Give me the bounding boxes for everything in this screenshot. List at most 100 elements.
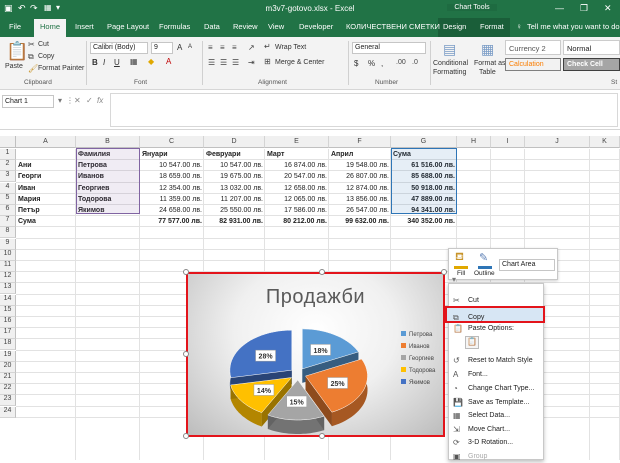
row-header[interactable]: 12 — [0, 272, 16, 284]
row-header[interactable]: 22 — [0, 384, 16, 396]
legend-entry[interactable]: Иванов — [409, 344, 430, 350]
column-header[interactable]: K — [590, 136, 620, 148]
value-cell[interactable]: 12 354.00 лв. — [140, 183, 204, 194]
resize-handle-n[interactable] — [319, 269, 325, 275]
total-cell[interactable]: 340 352.00 лв. — [391, 216, 457, 227]
format-painter-button[interactable]: Format Painter — [38, 65, 84, 72]
currency-button[interactable]: $ — [354, 59, 358, 68]
column-header[interactable]: C — [140, 136, 204, 148]
row-header[interactable]: 15 — [0, 305, 16, 317]
resize-handle-sw[interactable] — [183, 433, 189, 439]
value-cell[interactable]: 10 547.00 лв. — [204, 160, 265, 171]
tab-format[interactable]: Format — [480, 22, 504, 31]
resize-handle-w[interactable] — [183, 351, 189, 357]
row-header[interactable]: 9 — [0, 238, 16, 250]
header-cell[interactable]: Февруари — [204, 149, 265, 160]
tab-home[interactable]: Home — [34, 19, 67, 37]
data-label[interactable]: 28% — [255, 349, 276, 362]
value-cell[interactable]: 26 807.00 лв. — [329, 171, 391, 182]
tab-page-layout[interactable]: Page Layout — [107, 22, 149, 31]
cut-button[interactable]: Cut — [38, 41, 49, 48]
data-label[interactable]: 18% — [310, 344, 331, 356]
menu-item-reset-to-match-style[interactable]: ↺ Reset to Match Style — [449, 354, 543, 367]
value-cell[interactable]: 19 548.00 лв. — [329, 160, 391, 171]
style-currency2[interactable]: Currency 2 — [505, 40, 561, 55]
total-cell[interactable]: 82 931.00 лв. — [204, 216, 265, 227]
tab-file[interactable]: File — [9, 22, 21, 31]
value-cell[interactable]: 11 207.00 лв. — [204, 194, 265, 205]
conditional-formatting-button-line2[interactable]: Formatting — [433, 69, 466, 76]
fill-bucket-icon[interactable]: ⛾ — [455, 251, 464, 265]
font-size-combo[interactable]: 9 — [151, 42, 173, 54]
wrap-text-button[interactable]: Wrap Text — [275, 44, 306, 51]
formula-input[interactable] — [110, 93, 618, 127]
column-header[interactable]: D — [204, 136, 265, 148]
row-header[interactable]: 5 — [0, 193, 16, 205]
copy-icon[interactable]: ⧉ — [28, 52, 34, 62]
tab-kolichestveni-smetki[interactable]: КОЛИЧЕСТВЕНИ СМЕТКИ — [346, 22, 440, 31]
tab-formulas[interactable]: Formulas — [159, 22, 190, 31]
value-cell[interactable]: 12 874.00 лв. — [329, 183, 391, 194]
name-cell[interactable]: Иван — [16, 183, 76, 194]
column-header[interactable]: A — [16, 136, 76, 148]
tab-developer[interactable]: Developer — [299, 22, 333, 31]
cancel-entry-button[interactable]: ✕ — [74, 96, 81, 105]
align-bottom-icon[interactable]: ≡ — [232, 43, 237, 52]
close-button[interactable]: ✕ — [604, 3, 612, 14]
column-header[interactable]: I — [491, 136, 525, 148]
increase-decimal-icon[interactable]: .00 — [396, 59, 406, 66]
value-cell[interactable]: 24 658.00 лв. — [140, 205, 204, 216]
value-cell[interactable]: 11 359.00 лв. — [140, 194, 204, 205]
value-cell[interactable]: 19 675.00 лв. — [204, 171, 265, 182]
tab-review[interactable]: Review — [233, 22, 258, 31]
style-check-cell[interactable]: Check Cell — [563, 58, 620, 71]
cut-icon[interactable]: ✂ — [28, 40, 35, 49]
data-label[interactable]: 14% — [253, 384, 275, 396]
value-cell[interactable]: 12 658.00 лв. — [265, 183, 329, 194]
number-format-combo[interactable]: General — [352, 42, 426, 54]
row-header[interactable]: 20 — [0, 361, 16, 373]
italic-button[interactable]: I — [103, 58, 105, 67]
style-normal[interactable]: Normal — [563, 40, 620, 55]
copy-button[interactable]: Copy — [38, 53, 54, 60]
menu-item-select-data[interactable]: ▦ Select Data... — [449, 409, 543, 422]
row-header[interactable]: 14 — [0, 294, 16, 306]
align-center-icon[interactable]: ☰ — [220, 58, 227, 67]
row-header[interactable]: 23 — [0, 395, 16, 407]
outline-button[interactable]: Outline — [474, 270, 495, 277]
merge-center-icon[interactable]: ⊞ — [264, 57, 271, 66]
font-name-combo[interactable]: Calibri (Body) — [90, 42, 148, 54]
wrap-text-icon[interactable]: ↵ — [264, 42, 271, 51]
style-calculation[interactable]: Calculation — [505, 58, 561, 71]
column-header[interactable]: G — [391, 136, 457, 148]
pie-chart[interactable]: Продажби 18% 25% 15% 14% 28% Петрова Иванов Гео… — [186, 272, 445, 437]
row-header[interactable]: 17 — [0, 328, 16, 340]
menu-item-group[interactable]: ▣ Group — [449, 450, 543, 463]
value-cell[interactable]: 25 550.00 лв. — [204, 205, 265, 216]
value-cell[interactable]: 13 856.00 лв. — [329, 194, 391, 205]
tab-data[interactable]: Data — [204, 22, 220, 31]
header-cell[interactable]: Март — [265, 149, 329, 160]
name-box[interactable]: Chart 1 — [2, 95, 54, 108]
value-cell[interactable]: 13 032.00 лв. — [204, 183, 265, 194]
total-cell[interactable]: 80 212.00 лв. — [265, 216, 329, 227]
row-header[interactable]: 6 — [0, 205, 16, 216]
align-top-icon[interactable]: ≡ — [208, 43, 213, 52]
value-cell[interactable]: 12 065.00 лв. — [265, 194, 329, 205]
orientation-icon[interactable]: ↗ — [248, 43, 255, 52]
row-header[interactable]: 21 — [0, 373, 16, 384]
borders-icon[interactable]: ▦ — [130, 57, 138, 66]
column-header[interactable]: F — [329, 136, 391, 148]
comma-button[interactable]: , — [381, 59, 383, 68]
total-label-cell[interactable]: Сума — [16, 216, 76, 227]
menu-item-cut[interactable]: ✂ Cut — [449, 294, 543, 307]
resize-handle-s[interactable] — [319, 433, 325, 439]
font-color-icon[interactable]: A — [166, 57, 171, 66]
format-painter-icon[interactable]: 🖌 — [28, 64, 38, 73]
row-header[interactable]: 3 — [0, 171, 16, 183]
fill-button[interactable]: Fill — [457, 270, 465, 277]
column-header[interactable]: B — [76, 136, 140, 148]
confirm-entry-button[interactable]: ✓ — [86, 96, 93, 105]
row-header[interactable]: 11 — [0, 261, 16, 272]
value-cell[interactable]: 16 874.00 лв. — [265, 160, 329, 171]
